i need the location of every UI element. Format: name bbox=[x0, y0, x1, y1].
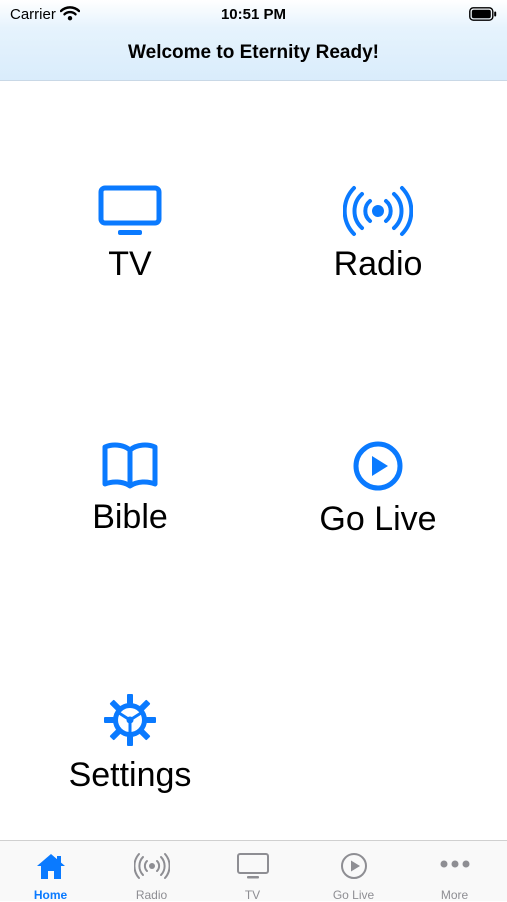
play-circle-icon bbox=[303, 852, 404, 885]
tile-label: Bible bbox=[92, 498, 168, 536]
tab-radio[interactable]: Radio bbox=[101, 841, 202, 902]
status-bar: Carrier 10:51 PM bbox=[0, 0, 507, 30]
tile-go-live[interactable]: Go Live bbox=[251, 440, 505, 539]
tile-label: Settings bbox=[68, 756, 192, 794]
book-icon bbox=[3, 440, 257, 495]
tab-home[interactable]: Home bbox=[0, 841, 101, 902]
nav-header: Carrier 10:51 PM Welcome to Eternity Rea… bbox=[0, 0, 507, 81]
tab-tv[interactable]: TV bbox=[202, 841, 303, 902]
page-title: Welcome to Eternity Ready! bbox=[128, 42, 379, 63]
radio-broadcast-icon bbox=[251, 185, 505, 242]
tab-more[interactable]: More bbox=[404, 841, 505, 902]
tab-bar: Home Radio TV Go Live More bbox=[0, 840, 507, 902]
tv-icon bbox=[202, 852, 303, 885]
ellipsis-icon bbox=[404, 852, 505, 885]
tile-label: Go Live bbox=[319, 500, 437, 538]
tile-tv[interactable]: TV bbox=[3, 185, 257, 284]
battery-icon bbox=[469, 7, 497, 25]
tile-radio[interactable]: Radio bbox=[251, 185, 505, 284]
status-time: 10:51 PM bbox=[220, 6, 287, 23]
gear-icon bbox=[3, 692, 257, 753]
tile-bible[interactable]: Bible bbox=[3, 440, 257, 537]
tile-settings[interactable]: Settings bbox=[3, 692, 257, 795]
tile-label: Radio bbox=[333, 245, 423, 283]
play-circle-icon bbox=[251, 440, 505, 497]
radio-broadcast-icon bbox=[101, 852, 202, 885]
tv-icon bbox=[3, 185, 257, 242]
house-icon bbox=[0, 852, 101, 885]
tile-label: TV bbox=[108, 245, 152, 283]
tab-go-live[interactable]: Go Live bbox=[303, 841, 404, 902]
